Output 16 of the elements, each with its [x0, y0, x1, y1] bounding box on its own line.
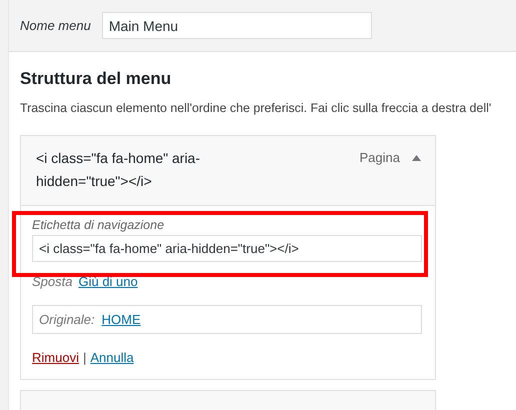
move-label: Sposta — [32, 274, 72, 289]
menu-name-field[interactable]: Main Menu — [102, 12, 372, 39]
item-type-label: Pagina — [360, 150, 400, 165]
section-title: Struttura del menu — [20, 69, 172, 89]
menu-item-title: <i class="fa fa-home" aria-hidden="true"></i> — [36, 149, 202, 191]
collapse-arrow-icon[interactable] — [412, 155, 421, 161]
instructions-text: Trascina ciascun elemento nell'ordine che preferisci. Fai clic sulla freccia a destra dell' — [20, 101, 492, 115]
menu-name-label: Nome menu — [20, 18, 91, 33]
navigation-label-caption: Etichetta di navigazione — [32, 218, 166, 232]
original-label: Originale: — [39, 312, 95, 327]
link-separator: | — [82, 350, 86, 365]
navigation-label-field[interactable]: <i class="fa fa-home" aria-hidden="true"></i> — [32, 235, 422, 262]
remove-link[interactable]: Rimuovi — [32, 350, 79, 365]
cancel-link[interactable]: Annulla — [90, 350, 134, 365]
move-down-link[interactable]: Giù di uno — [78, 274, 138, 289]
original-link[interactable]: HOME — [102, 312, 141, 327]
